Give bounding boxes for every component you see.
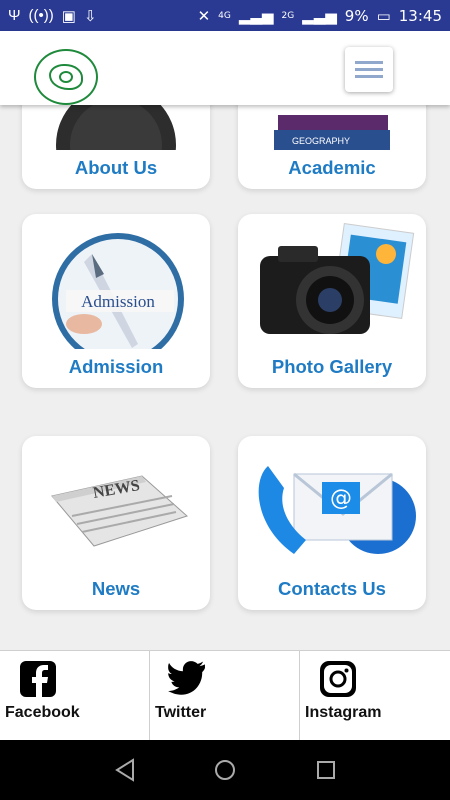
facebook-label: Facebook (5, 704, 80, 721)
card-contacts-us[interactable]: @ Contacts Us (238, 436, 426, 610)
signal-4g-label: 4G (218, 10, 231, 21)
school-logo[interactable] (34, 49, 98, 105)
card-label: Academic (288, 157, 376, 178)
card-admission[interactable]: Admission Admission (22, 214, 210, 388)
main-grid[interactable]: About Us GEOGRAPHY Academic Admission Ad… (0, 105, 450, 650)
home-icon[interactable] (213, 758, 237, 782)
card-label: News (91, 578, 141, 599)
card-academic[interactable]: GEOGRAPHY Academic (238, 105, 426, 189)
status-bar: Ψ ((•)) ▣ ⇩ ✕ 4G ▂▃▅ 2G ▂▃▅ 9% ▭ 13:45 (0, 0, 450, 31)
card-label: About Us (74, 157, 158, 178)
card-label: Contacts Us (278, 578, 386, 599)
logo-emblem (49, 64, 83, 90)
signal-icon: ▂▃▅ (238, 6, 274, 25)
download-icon: ⇩ (83, 7, 97, 25)
admission-art-text: Admission (81, 292, 155, 311)
newspaper-icon: NEWS (51, 475, 188, 547)
twitter-label: Twitter (155, 704, 207, 721)
recents-icon[interactable] (314, 758, 338, 782)
twitter-link[interactable]: Twitter (150, 651, 300, 741)
twitter-icon (168, 661, 205, 695)
back-icon[interactable] (113, 758, 137, 782)
mute-icon: ✕ (197, 6, 211, 25)
card-photo-gallery[interactable]: Photo Gallery (238, 214, 426, 388)
menu-button[interactable] (345, 47, 393, 92)
hamburger-icon (355, 61, 383, 64)
time: 13:45 (398, 6, 442, 25)
svg-text:@: @ (330, 486, 352, 511)
battery-percent: 9% (344, 6, 369, 25)
facebook-icon (20, 661, 56, 697)
status-right-icons: ✕ 4G ▂▃▅ 2G ▂▃▅ 9% ▭ 13:45 (198, 7, 442, 25)
card-label: Photo Gallery (271, 356, 393, 377)
contact-icon: @ (258, 466, 416, 554)
image-icon: ▣ (61, 7, 76, 25)
instagram-icon (320, 661, 356, 697)
book-spine-text: GEOGRAPHY (292, 136, 350, 146)
social-bar: Facebook Twitter Instagram (0, 650, 450, 741)
signal-2g-label: 2G (281, 10, 295, 21)
card-label: Admission (68, 356, 164, 377)
card-news[interactable]: NEWS News (22, 436, 210, 610)
app-header (0, 31, 450, 105)
card-about-us[interactable]: About Us (22, 105, 210, 189)
signal-icon-2: ▂▃▅ (302, 6, 337, 25)
status-left-icons: Ψ ((•)) ▣ ⇩ (8, 7, 97, 25)
android-nav-bar (0, 740, 450, 800)
usb-icon: Ψ (8, 7, 21, 24)
battery-icon: ▭ (376, 6, 391, 25)
instagram-label: Instagram (305, 704, 382, 721)
admission-icon: Admission (52, 233, 184, 349)
facebook-link[interactable]: Facebook (0, 651, 150, 741)
hotspot-icon: ((•)) (28, 7, 54, 24)
about-us-icon (56, 105, 176, 150)
books-icon: GEOGRAPHY (274, 115, 390, 150)
camera-icon (260, 222, 415, 334)
instagram-link[interactable]: Instagram (300, 651, 450, 741)
